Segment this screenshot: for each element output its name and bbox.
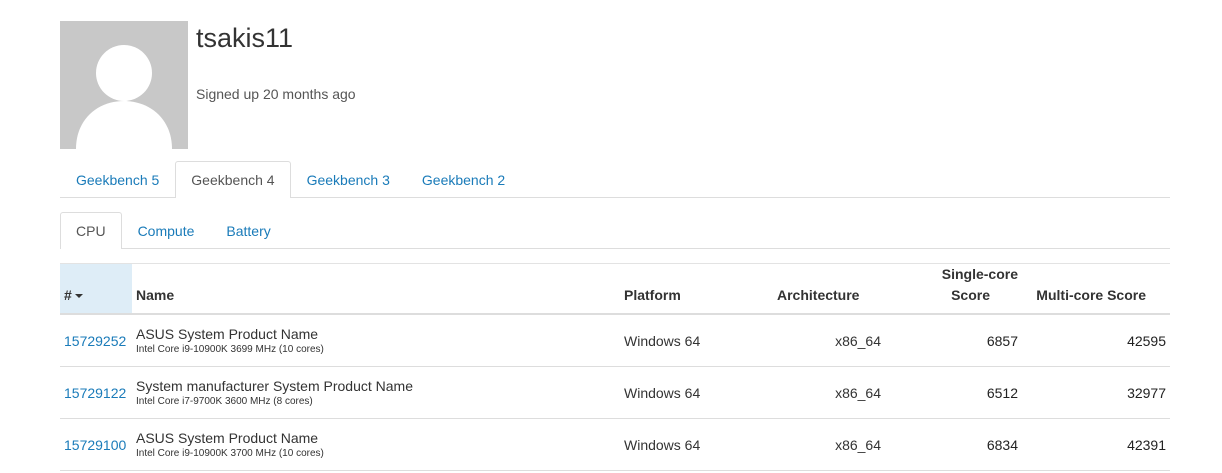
single-core-score: 6834 bbox=[885, 418, 1022, 471]
tab-geekbench-4[interactable]: Geekbench 4 bbox=[175, 161, 291, 198]
platform-cell: Windows 64 bbox=[620, 366, 773, 419]
multi-core-score: 42391 bbox=[1022, 418, 1170, 471]
system-name: ASUS System Product Name bbox=[136, 429, 319, 446]
single-core-score: 6857 bbox=[885, 314, 1022, 367]
system-name: ASUS System Product Name bbox=[136, 325, 319, 342]
results-table: # Name Platform Architecture Single-core… bbox=[60, 263, 1170, 471]
result-id-link[interactable]: 15729122 bbox=[64, 385, 126, 401]
table-row: 15729122 System manufacturer System Prod… bbox=[60, 366, 1170, 419]
tab-geekbench-5[interactable]: Geekbench 5 bbox=[60, 161, 175, 197]
table-row: 15729100 ASUS System Product Name Intel C… bbox=[60, 418, 1170, 471]
architecture-cell: x86_64 bbox=[773, 314, 885, 367]
result-id-link[interactable]: 15729252 bbox=[64, 333, 126, 349]
tab-geekbench-3[interactable]: Geekbench 3 bbox=[291, 161, 406, 197]
tab-cpu[interactable]: CPU bbox=[60, 212, 122, 249]
header-multi-core[interactable]: Multi-core Score bbox=[1022, 263, 1170, 315]
tab-geekbench-2[interactable]: Geekbench 2 bbox=[406, 161, 521, 197]
cpu-description: Intel Core i9-10900K 3700 MHz (10 cores) bbox=[136, 447, 324, 459]
architecture-cell: x86_64 bbox=[773, 366, 885, 419]
avatar bbox=[60, 21, 188, 149]
system-name: System manufacturer System Product Name bbox=[136, 377, 413, 394]
header-name[interactable]: Name bbox=[132, 263, 620, 315]
multi-core-score: 42595 bbox=[1022, 314, 1170, 367]
table-header-row: # Name Platform Architecture Single-core… bbox=[60, 263, 1170, 315]
tab-battery[interactable]: Battery bbox=[210, 212, 286, 248]
header-single-core-line2: Score bbox=[951, 287, 990, 303]
tab-compute[interactable]: Compute bbox=[122, 212, 211, 248]
user-silhouette-icon bbox=[76, 45, 172, 149]
signup-date: Signed up 20 months ago bbox=[196, 86, 356, 102]
platform-cell: Windows 64 bbox=[620, 314, 773, 367]
single-core-score: 6512 bbox=[885, 366, 1022, 419]
header-single-core-line1: Single-core bbox=[941, 266, 1018, 282]
cpu-description: Intel Core i7-9700K 3600 MHz (8 cores) bbox=[136, 395, 313, 407]
header-id[interactable]: # bbox=[60, 263, 132, 315]
header-platform[interactable]: Platform bbox=[620, 263, 773, 315]
category-tabs: CPU Compute Battery bbox=[60, 212, 1170, 249]
platform-cell: Windows 64 bbox=[620, 418, 773, 471]
username: tsakis11 bbox=[196, 23, 294, 53]
cpu-description: Intel Core i9-10900K 3699 MHz (10 cores) bbox=[136, 343, 324, 355]
header-id-label: # bbox=[64, 287, 72, 303]
sort-caret-icon bbox=[74, 294, 83, 299]
header-architecture[interactable]: Architecture bbox=[773, 263, 885, 315]
architecture-cell: x86_64 bbox=[773, 418, 885, 471]
table-row: 15729252 ASUS System Product Name Intel C… bbox=[60, 314, 1170, 367]
benchmark-tabs: Geekbench 5 Geekbench 4 Geekbench 3 Geek… bbox=[60, 161, 1170, 198]
multi-core-score: 32977 bbox=[1022, 366, 1170, 419]
result-id-link[interactable]: 15729100 bbox=[64, 437, 126, 453]
header-single-core[interactable]: Single-core Score bbox=[885, 263, 1022, 315]
